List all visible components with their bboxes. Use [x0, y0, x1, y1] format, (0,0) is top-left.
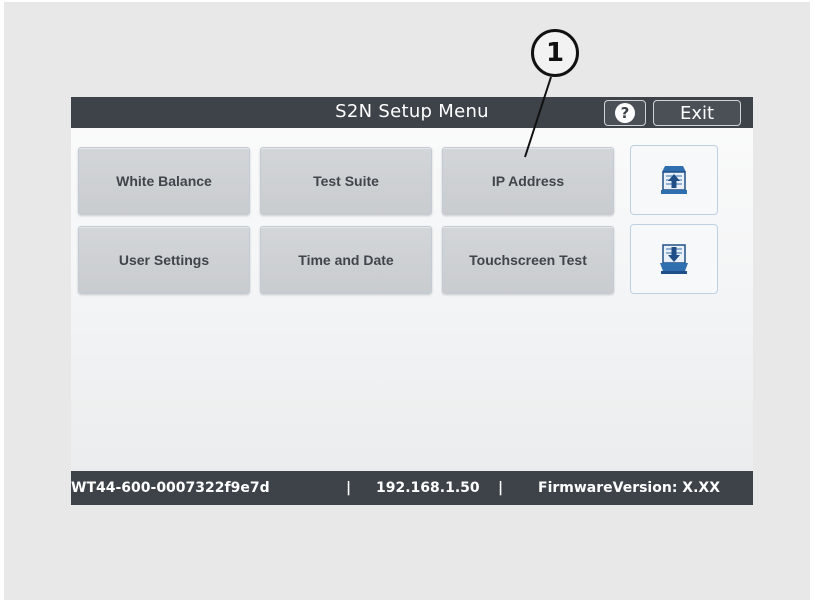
help-icon: ?: [615, 103, 635, 123]
callout-number: 1: [545, 38, 565, 68]
user-settings-button[interactable]: User Settings: [78, 226, 250, 294]
callout-marker: 1: [531, 29, 579, 77]
time-and-date-button[interactable]: Time and Date: [260, 226, 432, 294]
status-separator: |: [498, 480, 504, 496]
upload-settings-button[interactable]: [630, 145, 718, 215]
device-id: WT44-600-0007322f9e7d: [71, 480, 270, 496]
touchscreen-test-button[interactable]: Touchscreen Test: [442, 226, 614, 294]
tray-upload-icon: [661, 166, 687, 194]
test-suite-button[interactable]: Test Suite: [260, 147, 432, 215]
touchscreen-display: S2N Setup Menu ? Exit White Balance Test…: [71, 97, 753, 505]
ip-address-value: 192.168.1.50: [376, 480, 480, 496]
download-settings-button[interactable]: [630, 224, 718, 294]
status-separator: |: [346, 480, 352, 496]
status-bar: WT44-600-0007322f9e7d | 192.168.1.50 | F…: [71, 471, 753, 505]
firmware-version: FirmwareVersion: X.XX: [538, 480, 720, 496]
white-balance-button[interactable]: White Balance: [78, 147, 250, 215]
tray-download-icon: [660, 244, 688, 274]
title-bar: S2N Setup Menu ? Exit: [71, 97, 753, 128]
exit-button[interactable]: Exit: [653, 100, 741, 126]
help-button[interactable]: ?: [604, 100, 646, 126]
ip-address-button[interactable]: IP Address: [442, 147, 614, 215]
page-title: S2N Setup Menu: [335, 101, 489, 122]
